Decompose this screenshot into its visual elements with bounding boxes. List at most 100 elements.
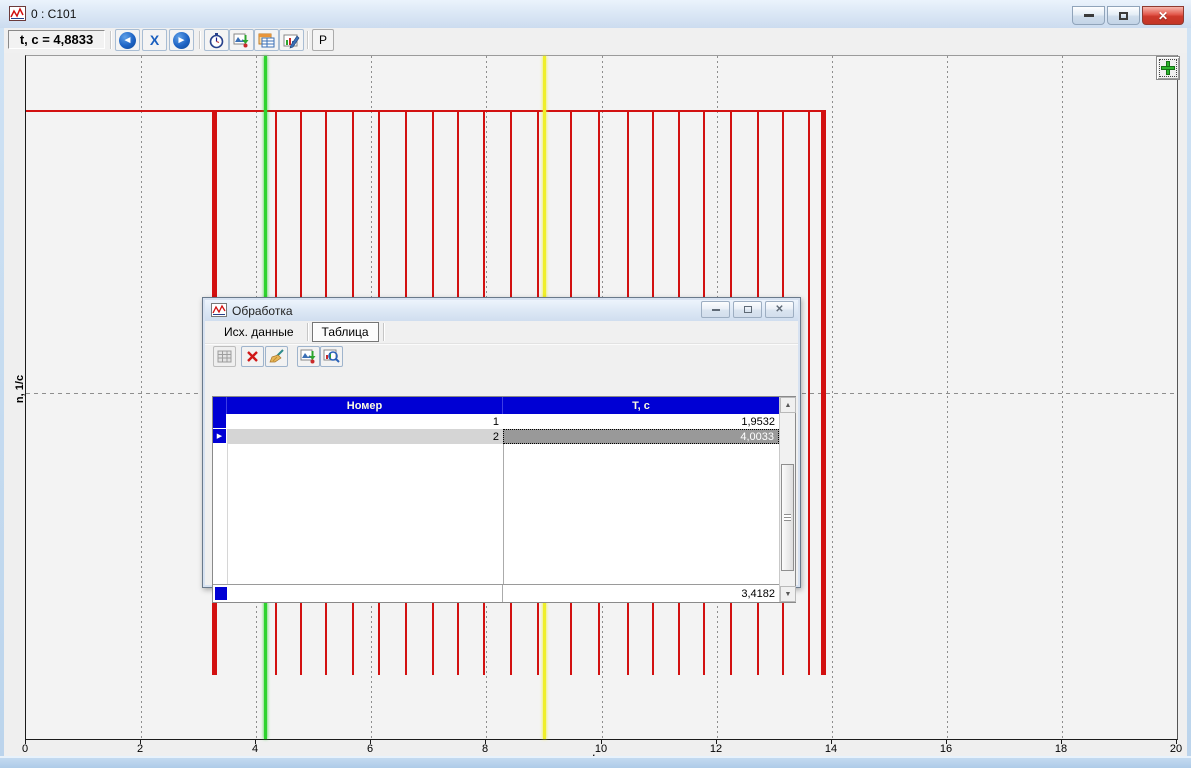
row-gutter — [213, 414, 227, 429]
restore-button[interactable] — [1107, 6, 1140, 25]
prev-mark-button[interactable]: ◄ — [115, 29, 140, 51]
broom-icon — [269, 349, 285, 364]
footer-gutter-marker — [215, 587, 227, 600]
grid-button[interactable] — [213, 346, 236, 367]
tab-source-data[interactable]: Исх. данные — [215, 323, 303, 341]
v-gridline — [1062, 56, 1063, 739]
stopwatch-icon — [208, 32, 225, 49]
dialog-title: Обработка — [232, 304, 293, 318]
tab-table[interactable]: Таблица — [312, 322, 379, 342]
x-tick-label: 18 — [1055, 743, 1067, 755]
chevron-up-icon: ▲ — [785, 402, 792, 409]
edit-chart-button[interactable] — [279, 29, 304, 51]
app-window: 0 : C101 ✕ t, c = 4,8833 ◄ X ► — [0, 0, 1191, 768]
toolbar-separator — [199, 31, 200, 49]
dialog-titlebar[interactable]: Обработка ✕ — [205, 300, 798, 321]
toolbar-separator — [110, 31, 111, 49]
x-tick-label: 12 — [710, 743, 722, 755]
red-x-icon — [246, 350, 259, 363]
current-row-marker: ▶ — [217, 433, 222, 440]
delete-row-button[interactable] — [241, 346, 264, 367]
table-header: Номер Т, с — [213, 397, 779, 414]
close-icon: ✕ — [1158, 10, 1168, 22]
results-table: Номер Т, с 11,9532 ▶ 24,0033 3,4182 ▲ ▼ — [212, 396, 796, 603]
cell-period: 1,9532 — [503, 414, 779, 429]
p-button[interactable]: P — [312, 29, 334, 51]
window-border-right — [1187, 28, 1191, 768]
minimize-icon — [712, 309, 720, 311]
column-header-period[interactable]: Т, с — [503, 397, 779, 414]
main-toolbar: t, c = 4,8833 ◄ X ► — [0, 28, 1191, 54]
toolbar-separator — [307, 31, 308, 49]
image-export-icon — [300, 348, 317, 365]
header-gutter — [213, 397, 227, 414]
cell-period: 4,0033 — [503, 429, 779, 444]
chart-zoom-button[interactable] — [320, 346, 343, 367]
column-header-number[interactable]: Номер — [227, 397, 503, 414]
table-footer: 3,4182 — [213, 584, 779, 602]
table-scrollbar[interactable]: ▲ ▼ — [779, 397, 795, 602]
table-window-button[interactable] — [254, 29, 279, 51]
next-mark-button[interactable]: ► — [169, 29, 194, 51]
cell-number: 1 — [227, 414, 503, 429]
dialog-toolbar — [205, 344, 798, 370]
scrollbar-thumb[interactable] — [781, 464, 794, 571]
scroll-down-button[interactable]: ▼ — [780, 586, 796, 602]
close-button[interactable]: ✕ — [1142, 6, 1184, 25]
scroll-up-button[interactable]: ▲ — [780, 397, 796, 413]
x-tick-label: 20 — [1170, 743, 1182, 755]
chart-pencil-icon — [283, 32, 300, 49]
table-body-rows: 11,9532 ▶ 24,0033 — [213, 414, 779, 584]
table-icon — [258, 32, 275, 49]
x-tick-label: 14 — [825, 743, 837, 755]
pulse-mark — [808, 110, 810, 675]
restore-icon — [744, 306, 752, 313]
cell-number: 2 — [227, 429, 503, 444]
window-border-bottom — [0, 756, 1191, 768]
tab-separator — [307, 323, 308, 341]
footer-value: 3,4182 — [503, 586, 775, 601]
export-image-button[interactable] — [229, 29, 254, 51]
dialog-minimize-button[interactable] — [701, 301, 730, 318]
dialog-chart-icon — [211, 303, 227, 317]
chevron-down-icon: ▼ — [785, 591, 792, 598]
v-gridline — [947, 56, 948, 739]
x-delete-icon: X — [150, 32, 159, 48]
v-gridline — [141, 56, 142, 739]
dialog-close-button[interactable]: ✕ — [765, 301, 794, 318]
dialog-restore-button[interactable] — [733, 301, 762, 318]
stopwatch-button[interactable] — [204, 29, 229, 51]
processing-dialog: Обработка ✕ Исх. данные Таблица — [202, 297, 801, 588]
x-tick-label: 10 — [595, 743, 607, 755]
dialog-body: Исх. данные Таблица — [205, 321, 798, 585]
y-axis-label: n, 1/c — [14, 359, 26, 419]
grid-icon — [217, 350, 232, 363]
window-titlebar: 0 : C101 ✕ — [0, 0, 1191, 29]
p-label: P — [319, 33, 327, 47]
window-border-left — [0, 28, 4, 768]
arrow-right-icon: ► — [173, 32, 190, 49]
x-tick-label: 2 — [137, 743, 143, 755]
table-row[interactable]: ▶ 24,0033 — [213, 429, 779, 444]
window-title: 0 : C101 — [31, 7, 76, 21]
image-export-icon — [233, 32, 250, 49]
pulse-mark — [821, 110, 826, 675]
x-tick-label: 6 — [367, 743, 373, 755]
minimize-button[interactable] — [1072, 6, 1105, 25]
chart-magnifier-icon — [323, 348, 340, 365]
app-chart-icon — [9, 6, 26, 21]
x-tick-label: 4 — [252, 743, 258, 755]
close-icon: ✕ — [775, 305, 783, 315]
arrow-left-icon: ◄ — [119, 32, 136, 49]
time-readout: t, c = 4,8833 — [8, 30, 105, 49]
zoom-button[interactable] — [1156, 56, 1180, 80]
delete-mark-button[interactable]: X — [142, 29, 167, 51]
thumb-grip-icon — [784, 514, 791, 521]
restore-icon — [1119, 12, 1128, 20]
x-tick-label: 16 — [940, 743, 952, 755]
dialog-tabs: Исх. данные Таблица — [205, 321, 798, 344]
x-tick-label: 8 — [482, 743, 488, 755]
dialog-export-image-button[interactable] — [297, 346, 320, 367]
table-row[interactable]: 11,9532 — [213, 414, 779, 429]
clear-button[interactable] — [265, 346, 288, 367]
